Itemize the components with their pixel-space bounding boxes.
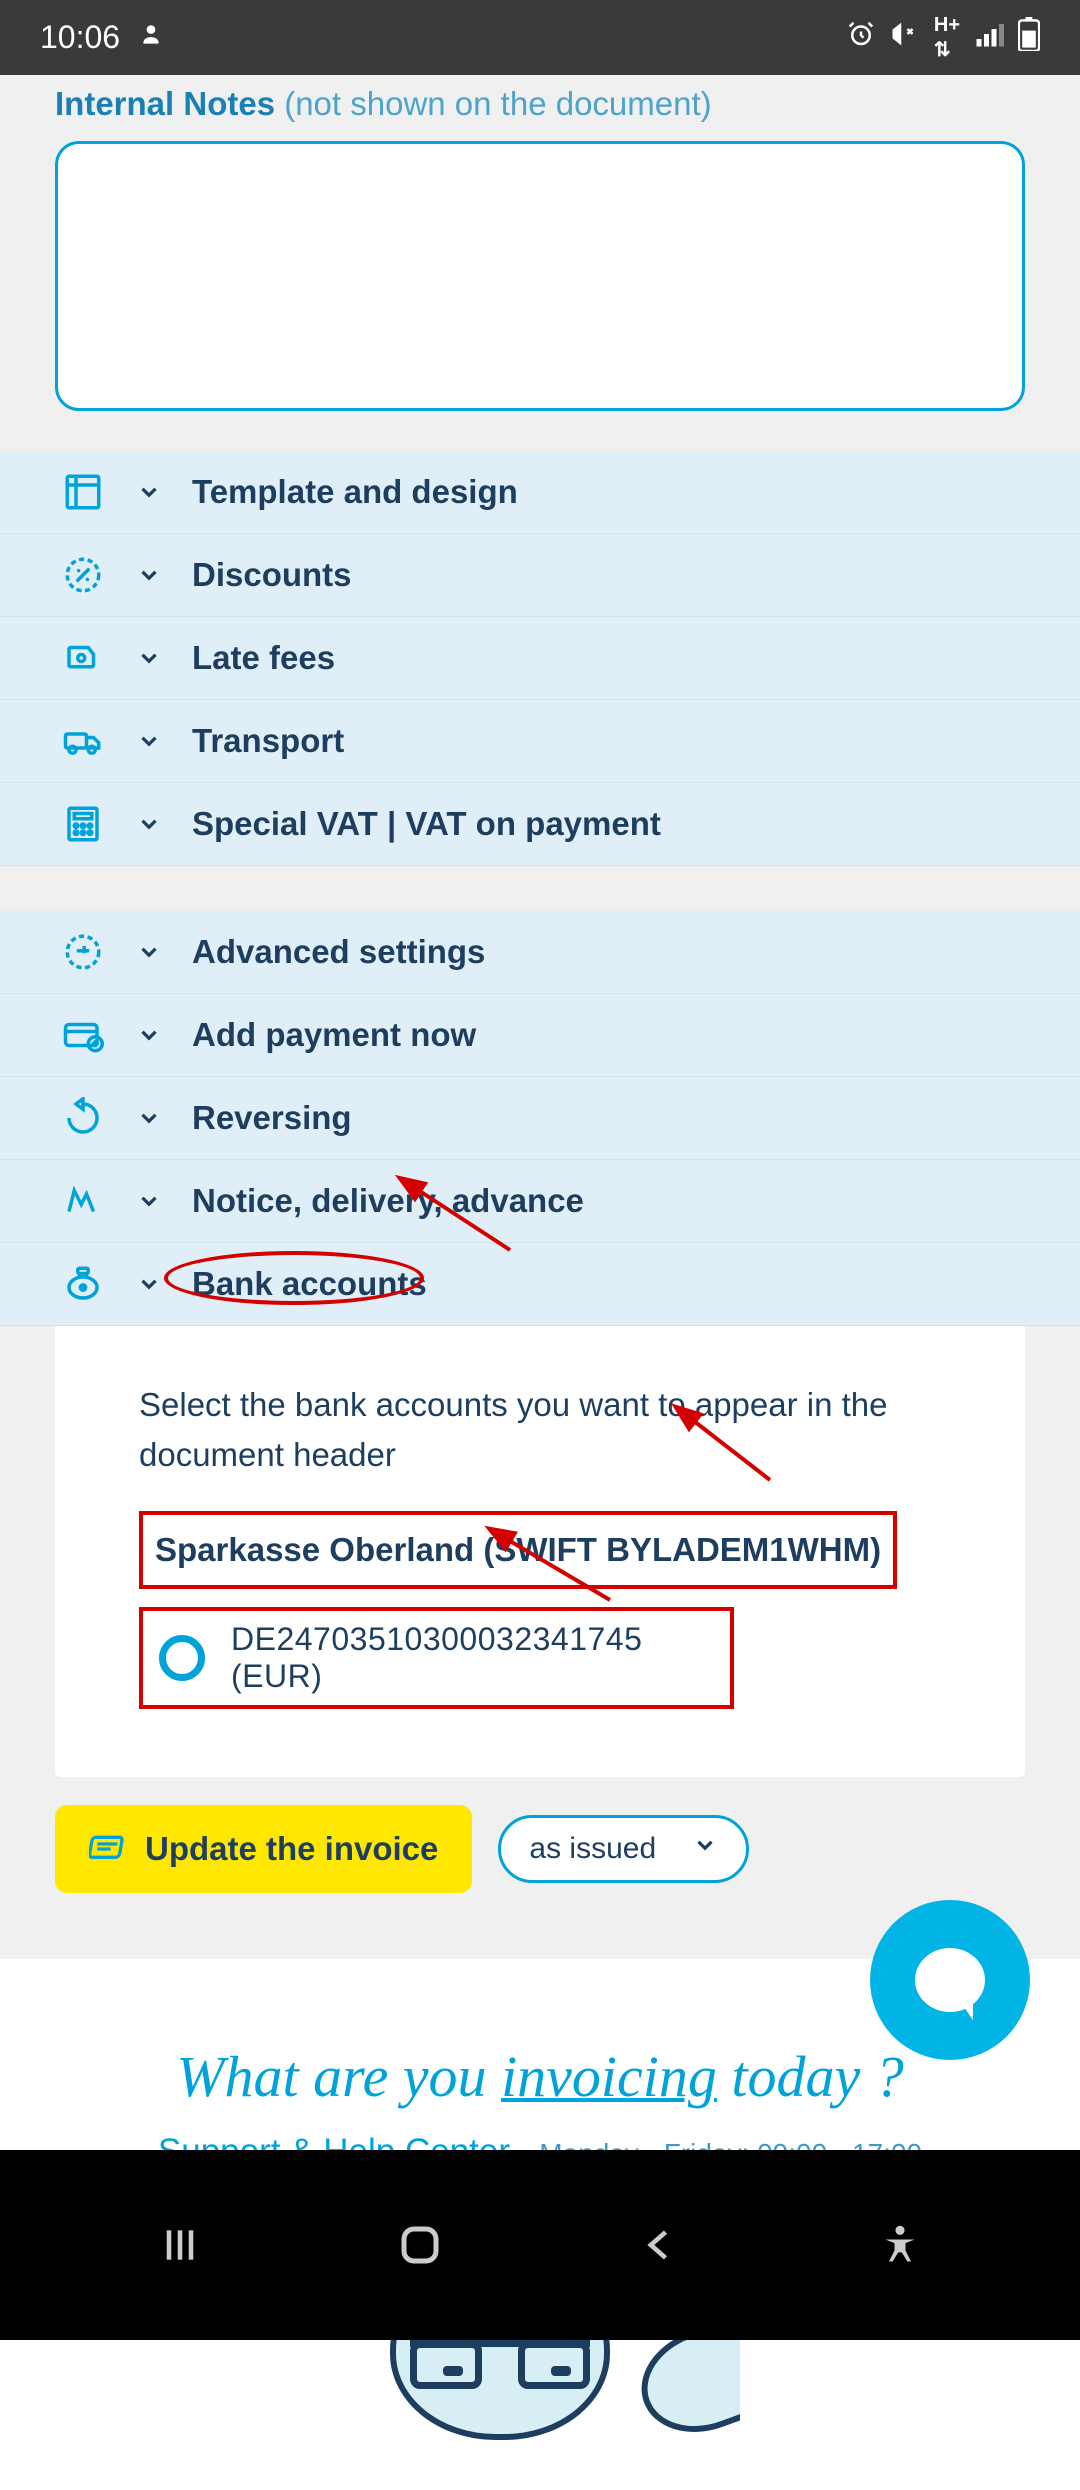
template-icon — [60, 469, 106, 515]
chat-fab-button[interactable] — [870, 1900, 1030, 2060]
nav-back-button[interactable] — [630, 2215, 690, 2275]
bank-instruction-text: Select the bank accounts you want to app… — [139, 1380, 975, 1479]
section-label: Discounts — [192, 556, 352, 594]
content-area: Internal Notes (not shown on the documen… — [0, 75, 1080, 2490]
section-label: Template and design — [192, 473, 518, 511]
chat-icon — [915, 1948, 985, 2012]
vibrate-off-icon — [890, 19, 920, 57]
discount-icon — [60, 552, 106, 598]
section-label: Advanced settings — [192, 933, 485, 971]
transport-icon — [60, 718, 106, 764]
signal-icon — [974, 19, 1004, 57]
section-label: Special VAT | VAT on payment — [192, 805, 661, 843]
section-transport[interactable]: Transport — [0, 700, 1080, 783]
android-nav-bar — [0, 2150, 1080, 2340]
alarm-icon — [846, 19, 876, 57]
nav-recents-button[interactable] — [150, 2215, 210, 2275]
bank-accounts-panel: Select the bank accounts you want to app… — [55, 1326, 1025, 1777]
section-label: Add payment now — [192, 1016, 476, 1054]
chevron-down-icon — [132, 724, 166, 758]
payment-icon — [60, 1012, 106, 1058]
issued-select-label: as issued — [529, 1832, 656, 1866]
internal-notes-hint: (not shown on the document) — [284, 85, 711, 122]
internal-notes-input[interactable] — [55, 141, 1025, 411]
latefee-icon — [60, 635, 106, 681]
update-invoice-button[interactable]: Update the invoice — [55, 1805, 472, 1893]
section-label: Reversing — [192, 1099, 352, 1137]
vat-icon — [60, 801, 106, 847]
section-special-vat[interactable]: Special VAT | VAT on payment — [0, 783, 1080, 866]
issued-select[interactable]: as issued — [498, 1815, 749, 1883]
chevron-down-icon — [132, 1101, 166, 1135]
section-reversing[interactable]: Reversing — [0, 1077, 1080, 1160]
update-button-label: Update the invoice — [145, 1830, 438, 1868]
chevron-down-icon — [692, 1832, 718, 1866]
notice-icon — [60, 1178, 106, 1224]
section-bank-accounts[interactable]: Bank accounts — [0, 1243, 1080, 1326]
h-plus-icon: H+⇅ — [934, 14, 960, 62]
chevron-down-icon — [132, 641, 166, 675]
section-late-fees[interactable]: Late fees — [0, 617, 1080, 700]
section-label: Late fees — [192, 639, 335, 677]
accordion-group-1: Template and design Discounts Late fees … — [0, 451, 1080, 866]
chevron-down-icon — [132, 1184, 166, 1218]
section-label: Notice, delivery, advance — [192, 1182, 584, 1220]
internal-notes-label: Internal Notes — [55, 85, 275, 122]
chevron-down-icon — [132, 935, 166, 969]
internal-notes-header: Internal Notes (not shown on the documen… — [0, 75, 1080, 131]
status-bar: 10:06 H+⇅ — [0, 0, 1080, 75]
battery-icon — [1018, 17, 1040, 59]
advanced-icon — [60, 929, 106, 975]
app-indicator-icon — [138, 19, 164, 56]
section-discounts[interactable]: Discounts — [0, 534, 1080, 617]
chevron-down-icon — [132, 1267, 166, 1301]
bank-account-option[interactable]: DE24703510300032341745 (EUR) — [139, 1607, 734, 1709]
section-advanced-settings[interactable]: Advanced settings — [0, 911, 1080, 994]
nav-accessibility-button[interactable] — [870, 2215, 930, 2275]
section-notice-delivery[interactable]: Notice, delivery, advance — [0, 1160, 1080, 1243]
chevron-down-icon — [132, 558, 166, 592]
bank-icon — [60, 1261, 106, 1307]
footer-tagline: What are you invoicing today ? — [40, 2043, 1040, 2110]
section-template-design[interactable]: Template and design — [0, 451, 1080, 534]
status-time: 10:06 — [40, 19, 120, 56]
invoice-icon — [89, 1829, 129, 1869]
chevron-down-icon — [132, 807, 166, 841]
radio-unchecked-icon[interactable] — [159, 1635, 205, 1681]
bank-iban-text: DE24703510300032341745 (EUR) — [231, 1621, 714, 1695]
reversing-icon — [60, 1095, 106, 1141]
section-add-payment[interactable]: Add payment now — [0, 994, 1080, 1077]
action-row: Update the invoice as issued — [0, 1777, 1080, 1921]
nav-home-button[interactable] — [390, 2215, 450, 2275]
section-label: Bank accounts — [192, 1265, 427, 1303]
accordion-group-2: Advanced settings Add payment now Revers… — [0, 911, 1080, 1326]
chevron-down-icon — [132, 475, 166, 509]
bank-name-label: Sparkasse Oberland (SWIFT BYLADEM1WHM) — [139, 1511, 897, 1589]
section-label: Transport — [192, 722, 344, 760]
chevron-down-icon — [132, 1018, 166, 1052]
